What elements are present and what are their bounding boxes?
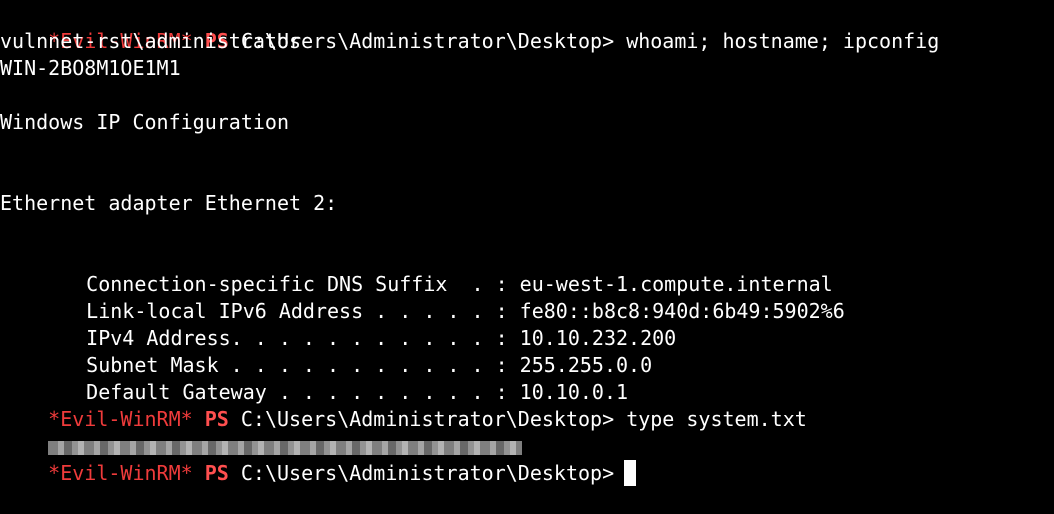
terminal-window[interactable]: *Evil-WinRM* PS C:\Users\Administrator\D… xyxy=(0,0,1054,486)
output-host: WIN-2BO8M1OE1M1 xyxy=(0,56,181,80)
redacted-flag-block xyxy=(48,440,523,455)
ipconfig-value: 10.10.0.1 xyxy=(519,380,629,404)
prompt-prefix: *Evil-WinRM* xyxy=(48,461,193,485)
ipconfig-label: Link-local IPv6 Address . . . . . : xyxy=(86,299,508,323)
ipconfig-value: 10.10.232.200 xyxy=(519,326,677,350)
prompt-prefix: *Evil-WinRM* xyxy=(48,407,193,431)
ipconfig-title: Windows IP Configuration xyxy=(0,110,289,134)
text-cursor[interactable] xyxy=(624,460,637,486)
prompt-ps-label: PS xyxy=(204,461,229,485)
prompt-path: C:\Users\Administrator\Desktop> xyxy=(240,407,615,431)
prompt-line-1: *Evil-WinRM* PS C:\Users\Administrator\D… xyxy=(0,1,1054,53)
ipconfig-row: Connection-specific DNS Suffix . : eu-we… xyxy=(0,244,1054,296)
ipconfig-value: fe80::b8c8:940d:6b49:5902%6 xyxy=(519,299,845,323)
ipconfig-value: eu-west-1.compute.internal xyxy=(519,272,833,296)
ipconfig-label: Connection-specific DNS Suffix . : xyxy=(86,272,508,296)
command-text-2: type system.txt xyxy=(626,407,807,431)
ipconfig-label: Subnet Mask . . . . . . . . . . . : xyxy=(86,353,508,377)
ipconfig-label: Default Gateway . . . . . . . . . : xyxy=(86,380,508,404)
command-text-1: whoami; hostname; ipconfig xyxy=(626,29,940,53)
prompt-ps-label: PS xyxy=(204,407,229,431)
prompt-path: C:\Users\Administrator\Desktop> xyxy=(240,461,615,485)
adapter-title: Ethernet adapter Ethernet 2: xyxy=(0,191,338,215)
ipconfig-value: 255.255.0.0 xyxy=(519,353,653,377)
ipconfig-label: IPv4 Address. . . . . . . . . . . : xyxy=(86,326,508,350)
